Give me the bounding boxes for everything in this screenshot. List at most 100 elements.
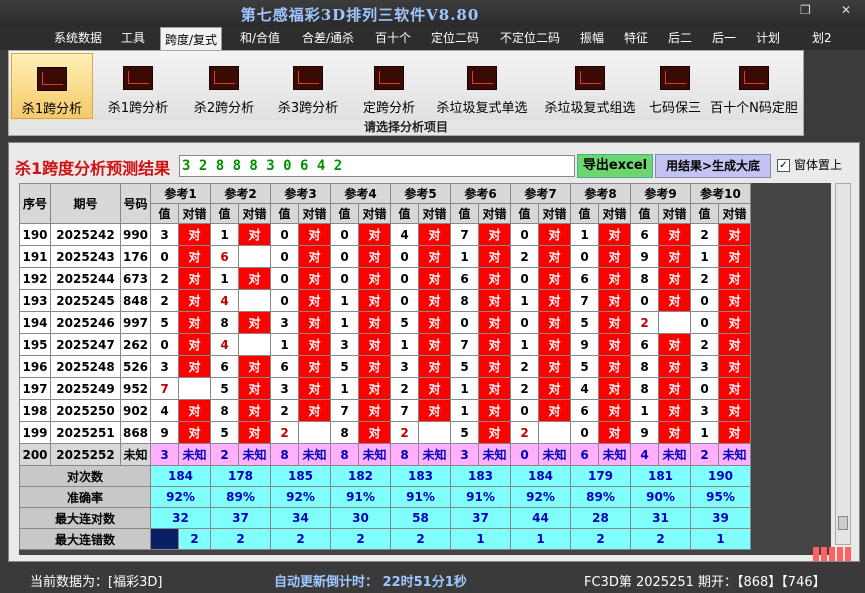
ribbon-kill1-span[interactable]: 杀1跨分析 bbox=[97, 53, 179, 119]
ribbon-kill1-span-selected[interactable]: 杀1跨分析 bbox=[11, 53, 93, 119]
hit-mark: 对 bbox=[718, 311, 751, 334]
menu-plan2[interactable]: 划2 bbox=[812, 26, 832, 50]
ref-value: 3 bbox=[270, 311, 299, 334]
ref-value: 0 bbox=[270, 289, 299, 312]
table-row[interactable]: 193 2025245 848 2 对 4 0 对 1 对 0 对 8 对 1 对 7 对 0 对 0 对 bbox=[19, 289, 751, 312]
result-digits-field[interactable]: 3 2 8 8 8 3 0 6 4 2 bbox=[179, 155, 575, 177]
ref-value: 7 bbox=[450, 223, 479, 246]
menu-amplitude[interactable]: 振幅 bbox=[580, 26, 604, 50]
menu-features[interactable]: 特征 bbox=[624, 26, 648, 50]
hit-mark: 对 bbox=[178, 267, 211, 290]
close-icon[interactable]: ✕ bbox=[841, 3, 851, 17]
ribbon-seven-keep-three[interactable]: 七码保三 bbox=[643, 53, 707, 119]
generate-base-button[interactable]: 用结果>生成大底 bbox=[655, 154, 771, 178]
hit-mark: 对 bbox=[718, 333, 751, 356]
stats-value: 37 bbox=[210, 507, 271, 529]
table-row[interactable]: 194 2025246 997 5 对 8 对 3 对 1 对 5 对 0 对 0 对 5 对 2 0 对 bbox=[19, 311, 751, 334]
hit-mark: 对 bbox=[658, 289, 691, 312]
ref-value: 5 bbox=[450, 355, 479, 378]
ref-value: 6 bbox=[630, 333, 659, 356]
menu-position-two[interactable]: 定位二码 bbox=[431, 26, 479, 50]
prediction-value: 3 bbox=[150, 443, 179, 466]
menu-span-compound[interactable]: 跨度/复式 bbox=[160, 27, 223, 51]
hit-mark: 对 bbox=[478, 289, 511, 312]
row-number: 997 bbox=[120, 311, 151, 334]
stats-value: 2 bbox=[390, 528, 451, 550]
hit-mark: 对 bbox=[538, 333, 571, 356]
menu-system-data[interactable]: 系统数据 bbox=[54, 26, 102, 50]
menu-plan[interactable]: 计划 bbox=[756, 26, 780, 50]
ref-value: 5 bbox=[150, 311, 179, 334]
hit-mark: 对 bbox=[538, 355, 571, 378]
hit-mark: 对 bbox=[718, 399, 751, 422]
value-subheader: 值 bbox=[510, 203, 539, 224]
prediction-row[interactable]: 200 2025252 未知 3 未知 2 未知 8 未知 8 未知 8 未知 3 未知 0 未知 6 未知 4 未知 2… bbox=[19, 443, 751, 466]
ref-value: 1 bbox=[330, 311, 359, 334]
ref-value: 0 bbox=[150, 333, 179, 356]
hit-mark: 对 bbox=[538, 399, 571, 422]
ribbon-junk-group[interactable]: 杀垃圾复式组选 bbox=[537, 53, 643, 119]
value-subheader: 值 bbox=[390, 203, 419, 224]
value-subheader: 值 bbox=[630, 203, 659, 224]
ref-value: 2 bbox=[150, 267, 179, 290]
menu-tools[interactable]: 工具 bbox=[121, 26, 145, 50]
ref-value: 6 bbox=[570, 399, 599, 422]
hit-mark: 对 bbox=[658, 421, 691, 444]
ribbon-fixed-span[interactable]: 定跨分析 bbox=[353, 53, 425, 119]
hit-mark: 对 bbox=[658, 267, 691, 290]
stats-value: 90% bbox=[630, 486, 691, 508]
ref-value: 0 bbox=[390, 245, 419, 268]
stats-value: 184 bbox=[510, 465, 571, 487]
table-row[interactable]: 197 2025249 952 7 5 对 3 对 1 对 2 对 1 对 2 对 4 对 8 对 0 对 bbox=[19, 377, 751, 400]
ribbon-kill3-span[interactable]: 杀3跨分析 bbox=[267, 53, 349, 119]
scroll-thumb[interactable] bbox=[838, 516, 848, 530]
hit-mark: 对 bbox=[178, 289, 211, 312]
hit-mark: 对 bbox=[478, 267, 511, 290]
ref-header-10: 参考10 bbox=[690, 183, 751, 204]
export-excel-button[interactable]: 导出excel bbox=[577, 154, 653, 178]
menu-sum[interactable]: 和/合值 bbox=[240, 26, 280, 50]
checkbox-check-icon[interactable]: ✓ bbox=[777, 159, 790, 172]
menu-last-two[interactable]: 后二 bbox=[668, 26, 692, 50]
ribbon-kill2-span[interactable]: 杀2跨分析 bbox=[183, 53, 265, 119]
ref-header-3: 参考3 bbox=[270, 183, 331, 204]
ribbon-n-code-dan[interactable]: 百十个N码定胆 bbox=[707, 53, 801, 119]
stats-value: 34 bbox=[270, 507, 331, 529]
ref-value: 3 bbox=[150, 355, 179, 378]
ribbon-junk-single[interactable]: 杀垃圾复式单选 bbox=[429, 53, 535, 119]
ref-value: 5 bbox=[210, 377, 239, 400]
ref-value: 0 bbox=[570, 421, 599, 444]
value-subheader: 值 bbox=[570, 203, 599, 224]
table-row[interactable]: 199 2025251 868 9 对 5 对 2 8 对 2 5 对 2 0 对 9 对 1 对 bbox=[19, 421, 751, 444]
hit-subheader: 对错 bbox=[418, 203, 451, 224]
restore-icon[interactable]: ❐ bbox=[800, 3, 811, 17]
ref-value: 1 bbox=[690, 245, 719, 268]
ref-value: 2 bbox=[630, 311, 659, 334]
stats-value: 1 bbox=[690, 528, 751, 550]
seq-header: 序号 bbox=[19, 183, 51, 224]
ref-value: 6 bbox=[210, 245, 239, 268]
menu-hundred-ten-one[interactable]: 百十个 bbox=[375, 26, 411, 50]
menu-diff-kill[interactable]: 合差/通杀 bbox=[302, 26, 354, 50]
table-row[interactable]: 190 2025242 990 3 对 1 对 0 对 0 对 4 对 7 对 0 对 1 对 6 对 2 对 bbox=[19, 223, 751, 246]
table-row[interactable]: 191 2025243 176 0 对 6 0 对 0 对 0 对 1 对 2 对 0 对 9 对 1 对 bbox=[19, 245, 751, 268]
ref-value: 9 bbox=[570, 333, 599, 356]
table-row[interactable]: 192 2025244 673 2 对 1 对 0 对 0 对 0 对 6 对 0 对 6 对 8 对 2 对 bbox=[19, 267, 751, 290]
stats-value: 92% bbox=[510, 486, 571, 508]
table-row[interactable]: 198 2025250 902 4 对 8 对 2 对 7 对 7 对 1 对 0 对 6 对 1 对 3 对 bbox=[19, 399, 751, 422]
ribbon: 杀1跨分析 杀1跨分析 杀2跨分析 杀3跨分析 定跨分析 杀垃圾复式单选 杀垃圾… bbox=[8, 50, 804, 136]
ref-value: 2 bbox=[690, 267, 719, 290]
table-row[interactable]: 196 2025248 526 3 对 6 对 6 对 5 对 3 对 5 对 2 对 5 对 8 对 3 对 bbox=[19, 355, 751, 378]
hit-mark: 对 bbox=[178, 399, 211, 422]
ref-value: 2 bbox=[270, 421, 299, 444]
menu-nonposition-two[interactable]: 不定位二码 bbox=[500, 26, 560, 50]
row-issue: 2025247 bbox=[50, 333, 121, 356]
table-row[interactable]: 195 2025247 262 0 对 4 1 对 3 对 1 对 7 对 1 对 9 对 6 对 2 对 bbox=[19, 333, 751, 356]
window-on-top-checkbox[interactable]: ✓ 窗体置上 bbox=[777, 156, 842, 173]
menu-last-one[interactable]: 后一 bbox=[712, 26, 736, 50]
vertical-scrollbar[interactable] bbox=[835, 183, 851, 545]
analysis-table: 序号 期号 号码 参考1 参考2 参考3 参考4 参考5 参考6 参考7 参考8 参考9 参考10 值对错… bbox=[19, 183, 751, 550]
resize-grip[interactable] bbox=[813, 547, 851, 561]
stats-value: 190 bbox=[690, 465, 751, 487]
hit-mark: 对 bbox=[478, 333, 511, 356]
